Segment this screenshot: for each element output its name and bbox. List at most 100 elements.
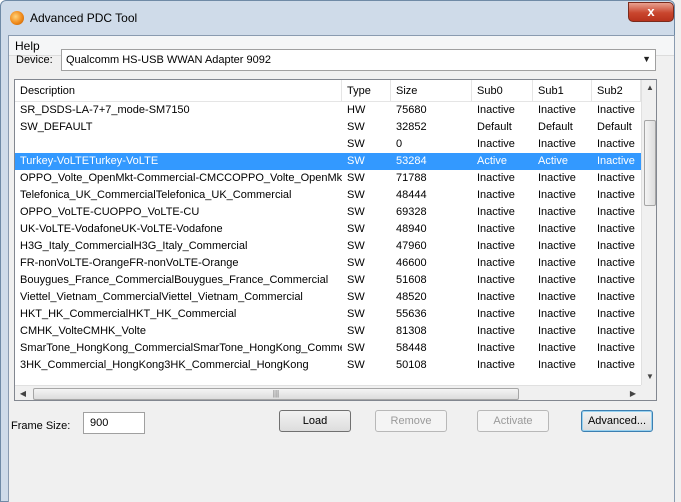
cell-sub2: Inactive — [597, 342, 635, 354]
cell-description: OPPO_Volte_OpenMkt-Commercial-CMCCOPPO_V… — [20, 172, 342, 184]
frame-size-input[interactable]: 900 — [83, 412, 145, 434]
pdc-table: Description Type Size Sub0 Sub1 Sub2 SR_… — [14, 79, 657, 401]
cell-sub2: Inactive — [597, 257, 635, 269]
table-row[interactable]: Bouygues_France_CommercialBouygues_Franc… — [15, 272, 641, 289]
horizontal-scrollbar[interactable]: ◀ ||| ▶ — [15, 385, 641, 400]
cell-size: 71788 — [396, 172, 427, 184]
cell-sub0: Inactive — [477, 206, 515, 218]
title-bar[interactable]: Advanced PDC Tool x — [1, 1, 674, 35]
cell-sub0: Inactive — [477, 342, 515, 354]
cell-size: 81308 — [396, 325, 427, 337]
cell-sub0: Default — [477, 121, 512, 133]
table-row[interactable]: 3HK_Commercial_HongKong3HK_Commercial_Ho… — [15, 357, 641, 374]
cell-size: 47960 — [396, 240, 427, 252]
table-row[interactable]: SW_DEFAULT SW 32852 Default Default Default — [15, 119, 641, 136]
cell-sub1: Inactive — [538, 189, 576, 201]
scroll-left-icon[interactable]: ◀ — [15, 386, 31, 400]
cell-description: Viettel_Vietnam_CommercialViettel_Vietna… — [20, 291, 303, 303]
table-row[interactable]: SW 0 Inactive Inactive Inactive — [15, 136, 641, 153]
close-icon[interactable]: x — [628, 2, 674, 22]
table-row[interactable]: Viettel_Vietnam_CommercialViettel_Vietna… — [15, 289, 641, 306]
vertical-scroll-thumb[interactable] — [644, 120, 656, 206]
vertical-scrollbar[interactable]: ▲ ▼ — [641, 80, 656, 385]
cell-sub1: Inactive — [538, 291, 576, 303]
cell-sub2: Inactive — [597, 138, 635, 150]
cell-description: OPPO_VoLTE-CUOPPO_VoLTE-CU — [20, 206, 200, 218]
frame-size-label: Frame Size: — [11, 420, 71, 432]
column-header-description[interactable]: Description — [15, 80, 342, 102]
activate-button[interactable]: Activate — [477, 410, 549, 432]
device-label: Device: — [16, 54, 53, 66]
cell-sub1: Inactive — [538, 359, 576, 371]
table-row[interactable]: OPPO_Volte_OpenMkt-Commercial-CMCCOPPO_V… — [15, 170, 641, 187]
cell-sub0: Inactive — [477, 223, 515, 235]
cell-sub1: Inactive — [538, 274, 576, 286]
device-value: Qualcomm HS-USB WWAN Adapter 9092 — [66, 54, 271, 66]
table-row[interactable]: SR_DSDS-LA-7+7_mode-SM7150 HW 75680 Inactiv… — [15, 102, 641, 119]
table-row[interactable]: FR-nonVoLTE-OrangeFR-nonVoLTE-Orange SW 46… — [15, 255, 641, 272]
table-row[interactable]: H3G_Italy_CommercialH3G_Italy_Commercial… — [15, 238, 641, 255]
app-window: Advanced PDC Tool x Help Device: Qualcom… — [0, 0, 675, 502]
cell-size: 53284 — [396, 155, 427, 167]
cell-type: HW — [347, 104, 366, 116]
cell-size: 51608 — [396, 274, 427, 286]
cell-sub0: Inactive — [477, 359, 515, 371]
table-row[interactable]: HKT_HK_CommercialHKT_HK_Commercial SW 5563… — [15, 306, 641, 323]
cell-size: 48444 — [396, 189, 427, 201]
scroll-right-icon[interactable]: ▶ — [625, 386, 641, 400]
column-header-sub0[interactable]: Sub0 — [472, 80, 533, 102]
table-row[interactable]: SmarTone_HongKong_CommercialSmarTone_Hon… — [15, 340, 641, 357]
menu-help[interactable]: Help — [15, 39, 40, 53]
table-row[interactable]: Turkey-VoLTETurkey-VoLTE SW 53284 Active Act… — [15, 153, 641, 170]
cell-sub0: Inactive — [477, 257, 515, 269]
cell-sub1: Inactive — [538, 206, 576, 218]
remove-button[interactable]: Remove — [375, 410, 447, 432]
cell-description: HKT_HK_CommercialHKT_HK_Commercial — [20, 308, 237, 320]
table-row[interactable]: Telefonica_UK_CommercialTelefonica_UK_Co… — [15, 187, 641, 204]
column-header-type[interactable]: Type — [342, 80, 391, 102]
scroll-up-icon[interactable]: ▲ — [642, 80, 656, 96]
cell-sub2: Inactive — [597, 325, 635, 337]
cell-sub1: Default — [538, 121, 573, 133]
cell-sub2: Default — [597, 121, 632, 133]
cell-description: 3HK_Commercial_HongKong3HK_Commercial_Ho… — [20, 359, 309, 371]
cell-description: CMHK_VolteCMHK_Volte — [20, 325, 146, 337]
cell-sub0: Inactive — [477, 189, 515, 201]
table-row[interactable]: UK-VoLTE-VodafoneUK-VoLTE-Vodafone SW 4894… — [15, 221, 641, 238]
cell-description: Telefonica_UK_CommercialTelefonica_UK_Co… — [20, 189, 292, 201]
cell-sub0: Inactive — [477, 325, 515, 337]
cell-sub1: Inactive — [538, 325, 576, 337]
cell-sub2: Inactive — [597, 291, 635, 303]
cell-type: SW — [347, 223, 365, 235]
scroll-corner — [641, 385, 656, 400]
device-dropdown[interactable]: Qualcomm HS-USB WWAN Adapter 9092 ▼ — [61, 49, 656, 71]
cell-sub1: Inactive — [538, 223, 576, 235]
column-header-sub1[interactable]: Sub1 — [533, 80, 592, 102]
cell-type: SW — [347, 172, 365, 184]
horizontal-scroll-thumb[interactable]: ||| — [33, 388, 519, 400]
table-row[interactable]: OPPO_VoLTE-CUOPPO_VoLTE-CU SW 69328 Inactiv… — [15, 204, 641, 221]
cell-sub0: Inactive — [477, 138, 515, 150]
cell-sub2: Inactive — [597, 223, 635, 235]
cell-sub0: Active — [477, 155, 507, 167]
scroll-down-icon[interactable]: ▼ — [642, 369, 656, 385]
column-header-size[interactable]: Size — [391, 80, 472, 102]
column-header-sub2[interactable]: Sub2 — [592, 80, 641, 102]
cell-size: 75680 — [396, 104, 427, 116]
cell-sub2: Inactive — [597, 155, 635, 167]
advanced-button[interactable]: Advanced... — [581, 410, 653, 432]
cell-sub1: Active — [538, 155, 568, 167]
cell-sub0: Inactive — [477, 104, 515, 116]
load-button[interactable]: Load — [279, 410, 351, 432]
chevron-down-icon[interactable]: ▼ — [642, 54, 651, 64]
cell-description: SmarTone_HongKong_CommercialSmarTone_Hon… — [20, 342, 342, 354]
cell-description: UK-VoLTE-VodafoneUK-VoLTE-Vodafone — [20, 223, 223, 235]
table-row[interactable]: CMHK_VolteCMHK_Volte SW 81308 Inactive Inact… — [15, 323, 641, 340]
cell-sub2: Inactive — [597, 206, 635, 218]
cell-type: SW — [347, 240, 365, 252]
cell-sub1: Inactive — [538, 257, 576, 269]
cell-size: 48520 — [396, 291, 427, 303]
cell-size: 50108 — [396, 359, 427, 371]
table-body: SR_DSDS-LA-7+7_mode-SM7150 HW 75680 Inactiv… — [15, 102, 641, 374]
cell-type: SW — [347, 274, 365, 286]
